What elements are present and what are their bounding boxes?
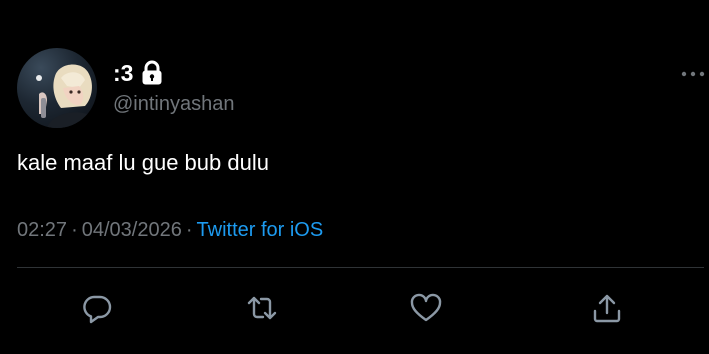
retweet-icon [247, 296, 277, 320]
profile-photo-icon [36, 64, 97, 128]
heart-icon [410, 293, 442, 322]
more-options-icon[interactable] [679, 66, 707, 82]
share-button[interactable] [589, 290, 625, 326]
display-name-row[interactable]: :3 [113, 59, 163, 87]
share-icon [593, 294, 621, 323]
meta-separator: · [71, 219, 78, 241]
retweet-button[interactable] [244, 290, 280, 326]
tweet-metadata: 02:27 · 04/03/2026 · Twitter for iOS [17, 217, 323, 243]
tweet-text: kale maaf lu gue bub dulu [17, 150, 269, 175]
tweet-date[interactable]: 04/03/2026 [82, 219, 182, 241]
tweet-detail: :3 @intinyashan kale maaf lu gue bub dul… [0, 0, 709, 354]
display-name[interactable]: :3 [113, 59, 133, 87]
like-button[interactable] [408, 290, 444, 326]
meta-separator: · [185, 219, 193, 241]
avatar[interactable] [17, 48, 97, 128]
reply-button[interactable] [79, 290, 115, 326]
lock-icon [141, 60, 163, 86]
tweet-time[interactable]: 02:27 [17, 219, 67, 241]
user-handle[interactable]: @intinyashan [113, 92, 234, 116]
tweet-source-link[interactable]: Twitter for iOS [197, 219, 324, 241]
reply-icon [83, 295, 112, 324]
divider [17, 267, 704, 268]
